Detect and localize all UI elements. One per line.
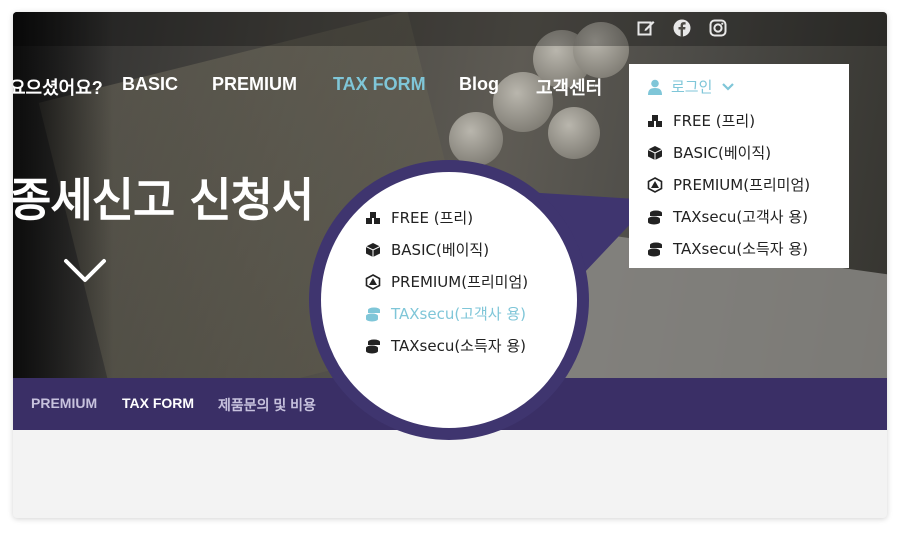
dropdown-item-premium[interactable]: PREMIUM(프리미엄)	[647, 174, 810, 195]
instagram-icon[interactable]	[708, 18, 728, 38]
nav-item-premium[interactable]: PREMIUM	[212, 74, 297, 98]
coins-icon	[647, 241, 663, 257]
zoom-item-label: FREE (프리)	[391, 209, 474, 227]
dice-d20-icon	[365, 273, 381, 290]
zoom-item-label: TAXsecu(소득자 용)	[391, 337, 527, 355]
zoom-item-basic: BASIC(베이직)	[365, 239, 489, 260]
subnav-item-inquiry[interactable]: 제품문의 및 비용	[218, 395, 316, 415]
cubes-icon	[647, 113, 663, 129]
zoom-item-premium: PREMIUM(프리미엄)	[365, 271, 528, 292]
nav-item-support[interactable]: 고객센터	[536, 74, 602, 98]
zoom-item-taxsecu-earner: TAXsecu(소득자 용)	[365, 335, 526, 356]
coins-icon	[365, 306, 381, 322]
login-dropdown-menu: 로그인 FREE (프리) BASIC(베이직) PREMIUM(프리미엄) T…	[629, 64, 849, 268]
login-button[interactable]: 로그인	[647, 76, 736, 97]
dropdown-item-basic[interactable]: BASIC(베이직)	[647, 142, 771, 163]
zoom-item-label: BASIC(베이직)	[391, 241, 490, 259]
dropdown-item-label: PREMIUM(프리미엄)	[673, 176, 811, 194]
nav-item-intro[interactable]: 요으셨어요?	[13, 74, 103, 98]
subnav-item-tax-form[interactable]: TAX FORM	[122, 395, 194, 411]
coins-icon	[365, 338, 381, 354]
dropdown-item-taxsecu-earner[interactable]: TAXsecu(소득자 용)	[647, 238, 808, 259]
facebook-icon[interactable]	[672, 18, 692, 38]
zoom-item-label: TAXsecu(고객사 용)	[391, 305, 527, 323]
coin-image	[449, 112, 503, 166]
nav-item-tax-form[interactable]: TAX FORM	[333, 74, 426, 98]
cube-icon	[365, 242, 381, 258]
subnav-item-premium[interactable]: PREMIUM	[31, 395, 97, 411]
cube-icon	[647, 145, 663, 161]
dropdown-item-label: TAXsecu(소득자 용)	[673, 240, 809, 258]
chevron-down-icon	[720, 79, 736, 95]
dropdown-item-label: FREE (프리)	[673, 112, 756, 130]
scroll-down-chevron-icon[interactable]	[63, 256, 107, 286]
coin-image	[548, 107, 600, 159]
hero-headline: 종세신고 신청서	[13, 173, 314, 227]
cubes-icon	[365, 210, 381, 226]
dropdown-item-taxsecu-client[interactable]: TAXsecu(고객사 용)	[647, 206, 808, 227]
zoom-item-free: FREE (프리)	[365, 207, 473, 228]
dice-d20-icon	[647, 176, 663, 193]
zoom-item-label: PREMIUM(프리미엄)	[391, 273, 529, 291]
page-card: 요으셨어요? BASIC PREMIUM TAX FORM Blog 고객센터 …	[13, 12, 887, 518]
top-utility-bar	[13, 12, 887, 46]
dropdown-item-free[interactable]: FREE (프리)	[647, 110, 755, 131]
dropdown-item-label: TAXsecu(고객사 용)	[673, 208, 809, 226]
zoom-callout-circle: FREE (프리) BASIC(베이직) PREMIUM(프리미엄) TAXse…	[309, 160, 589, 440]
user-icon	[647, 79, 663, 95]
nav-item-basic[interactable]: BASIC	[122, 74, 178, 98]
nav-item-blog[interactable]: Blog	[459, 74, 499, 98]
zoom-item-taxsecu-client: TAXsecu(고객사 용)	[365, 303, 526, 324]
edit-icon[interactable]	[636, 18, 656, 38]
dropdown-item-label: BASIC(베이직)	[673, 144, 772, 162]
login-label: 로그인	[671, 78, 713, 96]
coins-icon	[647, 209, 663, 225]
